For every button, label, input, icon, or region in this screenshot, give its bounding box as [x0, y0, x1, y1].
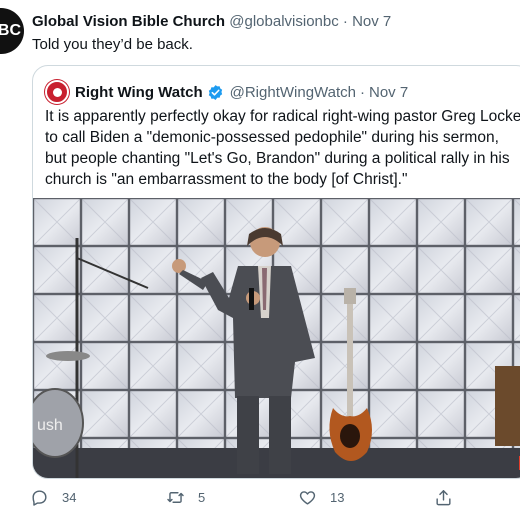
retweet-button[interactable]: 5: [166, 488, 205, 507]
quoted-header: Right Wing Watch @RightWingWatch · Nov 7: [45, 80, 408, 104]
tweet-date[interactable]: Nov 7: [352, 13, 391, 30]
quoted-text: It is apparently perfectly okay for radi…: [45, 108, 520, 188]
share-button[interactable]: [434, 488, 466, 507]
quoted-author-handle[interactable]: @RightWingWatch: [230, 84, 356, 101]
share-icon: [436, 490, 451, 506]
reply-icon: [32, 490, 47, 506]
author-name[interactable]: Global Vision Bible Church: [32, 13, 225, 30]
quoted-avatar[interactable]: [45, 80, 69, 104]
heart-icon: [299, 491, 316, 505]
quoted-separator: ·: [360, 83, 365, 101]
stage-equipment: [495, 366, 520, 446]
author-handle[interactable]: @globalvisionbc: [229, 13, 338, 30]
verified-badge-icon: [208, 84, 222, 100]
like-count: 13: [330, 490, 345, 505]
like-button[interactable]: 13: [298, 488, 344, 507]
tweet-header: Global Vision Bible Church @globalvision…: [32, 13, 391, 30]
quoted-photo[interactable]: ush: [33, 198, 520, 479]
retweet-icon: [167, 492, 184, 503]
author-avatar[interactable]: BC: [0, 8, 24, 54]
quoted-author-name[interactable]: Right Wing Watch: [75, 84, 203, 101]
tweet-actions: 34 5 13: [0, 488, 520, 512]
tweet-text: Told you they’d be back.: [32, 36, 193, 53]
reply-count: 34: [62, 490, 77, 505]
retweet-count: 5: [198, 490, 206, 505]
reply-button[interactable]: 34: [30, 488, 76, 507]
header-separator: ·: [342, 13, 348, 30]
image-watermark: ush: [37, 417, 63, 434]
quoted-date[interactable]: Nov 7: [369, 84, 408, 101]
quoted-tweet[interactable]: Right Wing Watch @RightWingWatch · Nov 7…: [32, 65, 520, 479]
